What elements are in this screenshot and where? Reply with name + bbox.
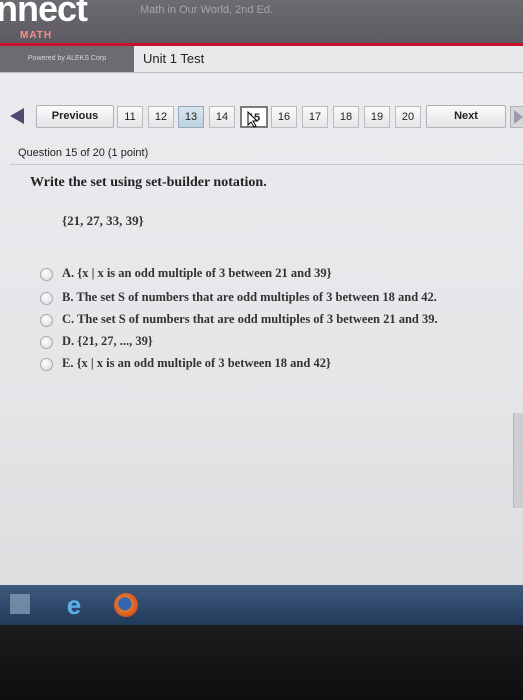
next-button[interactable]: Next — [426, 105, 506, 128]
radio-button[interactable] — [40, 292, 53, 305]
choice-c[interactable]: C. The set S of numbers that are odd mul… — [40, 312, 510, 330]
radio-button[interactable] — [40, 314, 53, 327]
radio-button[interactable] — [40, 336, 53, 349]
choice-b[interactable]: B. The set S of numbers that are odd mul… — [40, 290, 510, 308]
choice-letter: A. — [62, 266, 75, 280]
question-number-13[interactable]: 13 — [178, 106, 204, 128]
app-header: nnect Math in Our World, 2nd Ed. MATH — [0, 0, 523, 44]
choice-letter: E. — [62, 356, 74, 370]
choice-text: The set S of numbers that are odd multip… — [77, 312, 438, 326]
firefox-icon[interactable] — [114, 593, 138, 617]
question-number-18[interactable]: 18 — [333, 106, 359, 128]
choice-text: {x | x is an odd multiple of 3 between 2… — [77, 266, 332, 280]
left-arrow-icon[interactable] — [10, 108, 24, 124]
book-subtitle: Math in Our World, 2nd Ed. — [140, 4, 274, 16]
question-number-16[interactable]: 16 — [271, 106, 297, 128]
choice-letter: C. — [62, 312, 75, 326]
previous-button[interactable]: Previous — [36, 105, 114, 128]
question-number-12[interactable]: 12 — [148, 106, 174, 128]
choice-text: {21, 27, ..., 39} — [77, 334, 153, 348]
sub-header: Powered by ALEKS Corp Unit 1 Test — [0, 46, 523, 73]
question-prompt: Write the set using set-builder notation… — [30, 175, 267, 190]
choice-letter: B. — [62, 290, 74, 304]
test-title: Unit 1 Test — [143, 51, 205, 66]
main-content: Previous 11 12 13 14 15 16 17 18 19 20 N… — [0, 73, 523, 585]
question-info-bar: Question 15 of 20 (1 point) — [10, 144, 523, 165]
question-info: Question 15 of 20 (1 point) — [18, 147, 149, 159]
choice-a[interactable]: A. {x | x is an odd multiple of 3 betwee… — [40, 266, 510, 284]
choice-text: The set S of numbers that are odd multip… — [76, 290, 437, 304]
question-set: {21, 27, 33, 39} — [62, 213, 144, 228]
question-number-14[interactable]: 14 — [209, 106, 235, 128]
choice-e[interactable]: E. {x | x is an odd multiple of 3 betwee… — [40, 356, 510, 374]
choice-letter: D. — [62, 334, 75, 348]
monitor-bezel — [0, 625, 523, 700]
question-number-17[interactable]: 17 — [302, 106, 328, 128]
windows-taskbar: e — [0, 585, 523, 625]
radio-button[interactable] — [40, 358, 53, 371]
windows-start-icon[interactable] — [10, 594, 30, 614]
choice-d[interactable]: D. {21, 27, ..., 39} — [40, 334, 510, 352]
question-number-20[interactable]: 20 — [395, 106, 421, 128]
mouse-cursor-icon — [247, 111, 259, 128]
math-label: MATH — [20, 30, 53, 41]
right-arrow-icon[interactable] — [510, 106, 523, 128]
connect-logo: nnect — [0, 0, 88, 29]
question-navigation: Previous 11 12 13 14 15 16 17 18 19 20 N… — [0, 103, 523, 129]
radio-button[interactable] — [40, 268, 53, 281]
powered-by-aleks: Powered by ALEKS Corp — [0, 46, 134, 72]
question-number-19[interactable]: 19 — [364, 106, 390, 128]
question-number-11[interactable]: 11 — [117, 106, 143, 128]
internet-explorer-icon[interactable]: e — [60, 592, 88, 618]
choice-text: {x | x is an odd multiple of 3 between 1… — [76, 356, 331, 370]
scrollbar[interactable] — [513, 413, 523, 508]
